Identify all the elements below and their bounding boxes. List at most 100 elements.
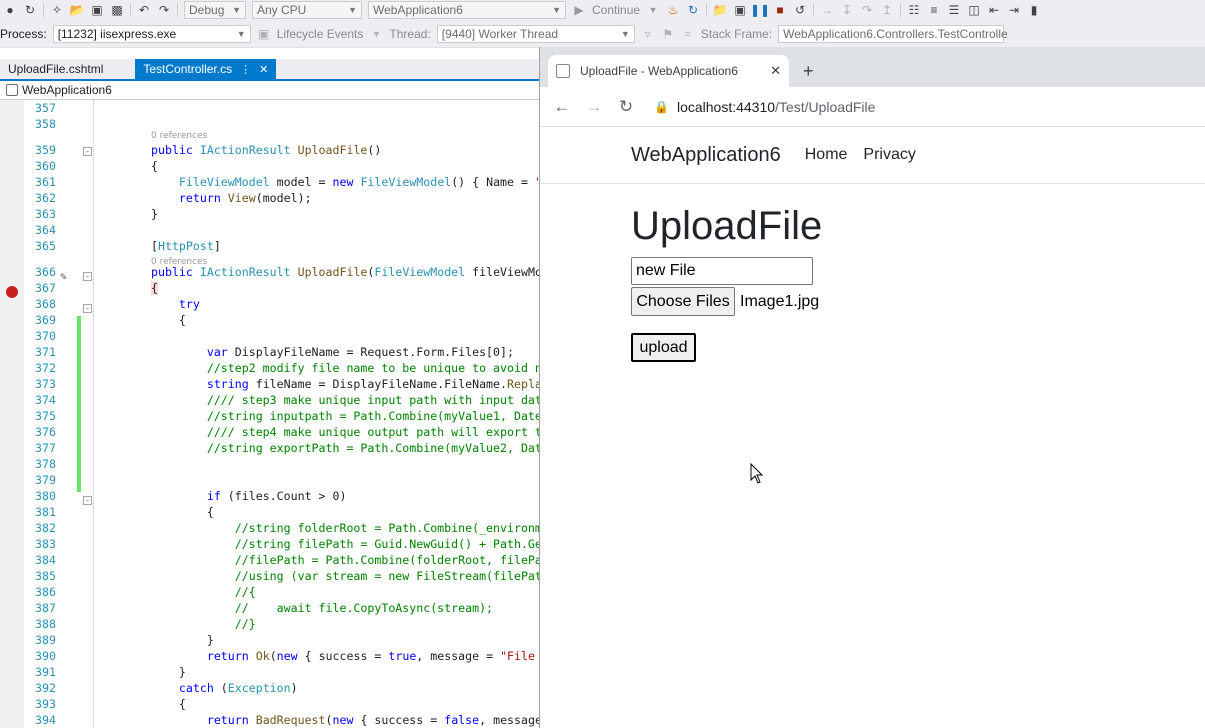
- continue-button[interactable]: Continue: [592, 3, 640, 17]
- chevron-down-icon[interactable]: ▼: [645, 2, 661, 18]
- code-line[interactable]: public IActionResult UploadFile(FileView…: [151, 264, 540, 280]
- code-editor[interactable]: ✎ - - - - 0 references 0 references 357 3…: [0, 100, 540, 728]
- fold-toggle[interactable]: -: [83, 304, 92, 313]
- code-line[interactable]: FileViewModel model = new FileViewModel(…: [151, 174, 540, 190]
- save-icon[interactable]: ▣: [89, 2, 105, 18]
- mouse-cursor-icon: [750, 463, 764, 484]
- code-line[interactable]: public IActionResult UploadFile(): [151, 142, 381, 158]
- navigation-bar[interactable]: WebApplication6: [0, 81, 540, 100]
- nav-privacy-link[interactable]: Privacy: [863, 146, 915, 164]
- code-line[interactable]: if (files.Count > 0): [151, 488, 347, 504]
- screenshot-icon[interactable]: ▣: [732, 2, 748, 18]
- thread-combo[interactable]: [9440] Worker Thread ▼: [436, 24, 635, 43]
- stack-frame-combo[interactable]: WebApplication6.Controllers.TestControll…: [778, 24, 1008, 43]
- breakpoint-margin[interactable]: [0, 100, 24, 728]
- restart-debug-icon[interactable]: ↺: [792, 2, 808, 18]
- code-line[interactable]: //filePath = Path.Combine(folderRoot, fi…: [151, 552, 540, 568]
- pin-icon[interactable]: ⋮: [240, 63, 251, 76]
- code-line[interactable]: //// step3 make unique input path with i…: [151, 392, 540, 408]
- save-all-icon[interactable]: ▩: [109, 2, 125, 18]
- flag-icon[interactable]: ⚑: [660, 26, 676, 42]
- stop-icon[interactable]: ■: [772, 2, 788, 18]
- platform-combo[interactable]: Any CPU ▼: [252, 1, 362, 19]
- code-line[interactable]: //step2 modify file name to be unique to…: [151, 360, 540, 376]
- upload-button[interactable]: upload: [631, 333, 696, 362]
- line-number: 384: [35, 553, 56, 567]
- bookmark-icon[interactable]: ▮: [1026, 2, 1042, 18]
- code-line[interactable]: {: [151, 504, 214, 520]
- refresh-icon[interactable]: ↻: [22, 2, 38, 18]
- line-number: 390: [35, 649, 56, 663]
- code-line[interactable]: return View(model);: [151, 190, 312, 206]
- new-item-icon[interactable]: ✧: [49, 2, 65, 18]
- code-line[interactable]: //string filePath = Guid.NewGuid() + Pat…: [151, 536, 540, 552]
- code-line[interactable]: try: [151, 296, 200, 312]
- code-line[interactable]: }: [151, 632, 214, 648]
- fold-toggle[interactable]: -: [83, 147, 92, 156]
- site-brand-link[interactable]: WebApplication6: [631, 144, 781, 167]
- choose-files-button[interactable]: Choose Files: [631, 287, 735, 316]
- window-icon[interactable]: ◫: [966, 2, 982, 18]
- undo-icon[interactable]: ↶: [136, 2, 152, 18]
- pause-icon[interactable]: ❚❚: [750, 2, 770, 18]
- threads-icon[interactable]: ≈: [680, 26, 696, 42]
- browser-tab-strip: UploadFile - WebApplication6 ✕ +: [540, 47, 1205, 87]
- code-line[interactable]: {: [151, 280, 158, 296]
- forward-nav-icon[interactable]: ●: [2, 2, 18, 18]
- back-icon[interactable]: ←: [546, 97, 578, 117]
- code-line[interactable]: }: [151, 206, 158, 222]
- outdent-icon[interactable]: ⇤: [986, 2, 1002, 18]
- tab-uploadfile-cshtml[interactable]: UploadFile.cshtml: [0, 59, 111, 79]
- forward-icon[interactable]: →: [578, 97, 610, 117]
- code-line[interactable]: [HttpPost]: [151, 238, 221, 254]
- close-icon[interactable]: ✕: [259, 63, 268, 76]
- line-number: 365: [35, 239, 56, 253]
- format-icon[interactable]: ☰: [946, 2, 962, 18]
- code-line[interactable]: {: [151, 158, 158, 174]
- code-line[interactable]: return BadRequest(new { success = false,…: [151, 712, 540, 728]
- chevron-down-icon: ▼: [620, 28, 630, 39]
- hot-reload-icon[interactable]: ♨: [665, 2, 681, 18]
- code-line[interactable]: //// step4 make unique output path will …: [151, 424, 540, 440]
- restart-icon[interactable]: ↻: [685, 2, 701, 18]
- code-line[interactable]: //using (var stream = new FileStream(fil…: [151, 568, 540, 584]
- tab-testcontroller-cs[interactable]: TestController.cs ⋮ ✕: [135, 59, 277, 79]
- codelens-references[interactable]: 0 references: [151, 131, 207, 141]
- code-line[interactable]: return Ok(new { success = true, message …: [151, 648, 535, 664]
- process-combo[interactable]: [11232] iisexpress.exe ▼: [52, 24, 251, 43]
- code-line[interactable]: //string inputpath = Path.Combine(myValu…: [151, 408, 540, 424]
- browse-icon[interactable]: 📁: [712, 2, 728, 18]
- chevron-down-icon[interactable]: ▼: [368, 26, 384, 42]
- startup-project-combo[interactable]: WebApplication6 ▼: [368, 1, 566, 19]
- code-line[interactable]: {: [151, 312, 186, 328]
- close-icon[interactable]: ✕: [770, 63, 781, 79]
- indent-icon[interactable]: ⇥: [1006, 2, 1022, 18]
- browser-tab[interactable]: UploadFile - WebApplication6 ✕: [548, 55, 789, 87]
- code-line[interactable]: //string exportPath = Path.Combine(myVal…: [151, 440, 540, 456]
- fold-toggle[interactable]: -: [83, 496, 92, 505]
- reload-icon[interactable]: ↻: [610, 97, 642, 117]
- nav-home-link[interactable]: Home: [805, 146, 848, 164]
- code-line[interactable]: // await file.CopyToAsync(stream);: [151, 600, 493, 616]
- open-folder-icon[interactable]: 📂: [69, 2, 85, 18]
- code-line[interactable]: //}: [151, 616, 256, 632]
- redo-icon[interactable]: ↷: [156, 2, 172, 18]
- hex-icon[interactable]: ☷: [906, 2, 922, 18]
- breakpoint-icon[interactable]: [6, 286, 18, 298]
- code-line[interactable]: var DisplayFileName = Request.Form.Files…: [151, 344, 514, 360]
- code-line[interactable]: }: [151, 664, 186, 680]
- filter-icon[interactable]: ▿: [640, 26, 656, 42]
- lifecycle-events-button[interactable]: Lifecycle Events: [277, 27, 364, 41]
- code-line[interactable]: string fileName = DisplayFileName.FileNa…: [151, 376, 540, 392]
- new-tab-icon[interactable]: +: [803, 61, 814, 82]
- url-field[interactable]: localhost:44310/Test/UploadFile: [677, 99, 875, 115]
- code-line[interactable]: //string folderRoot = Path.Combine(_envi…: [151, 520, 540, 536]
- code-line[interactable]: catch (Exception): [151, 680, 298, 696]
- code-line[interactable]: //{: [151, 584, 256, 600]
- fold-toggle[interactable]: -: [83, 272, 92, 281]
- file-name-input[interactable]: [631, 257, 813, 285]
- comment-icon[interactable]: ≡: [926, 2, 942, 18]
- code-line[interactable]: {: [151, 696, 186, 712]
- lock-icon[interactable]: 🔒: [654, 100, 669, 114]
- config-combo[interactable]: Debug ▼: [184, 1, 246, 19]
